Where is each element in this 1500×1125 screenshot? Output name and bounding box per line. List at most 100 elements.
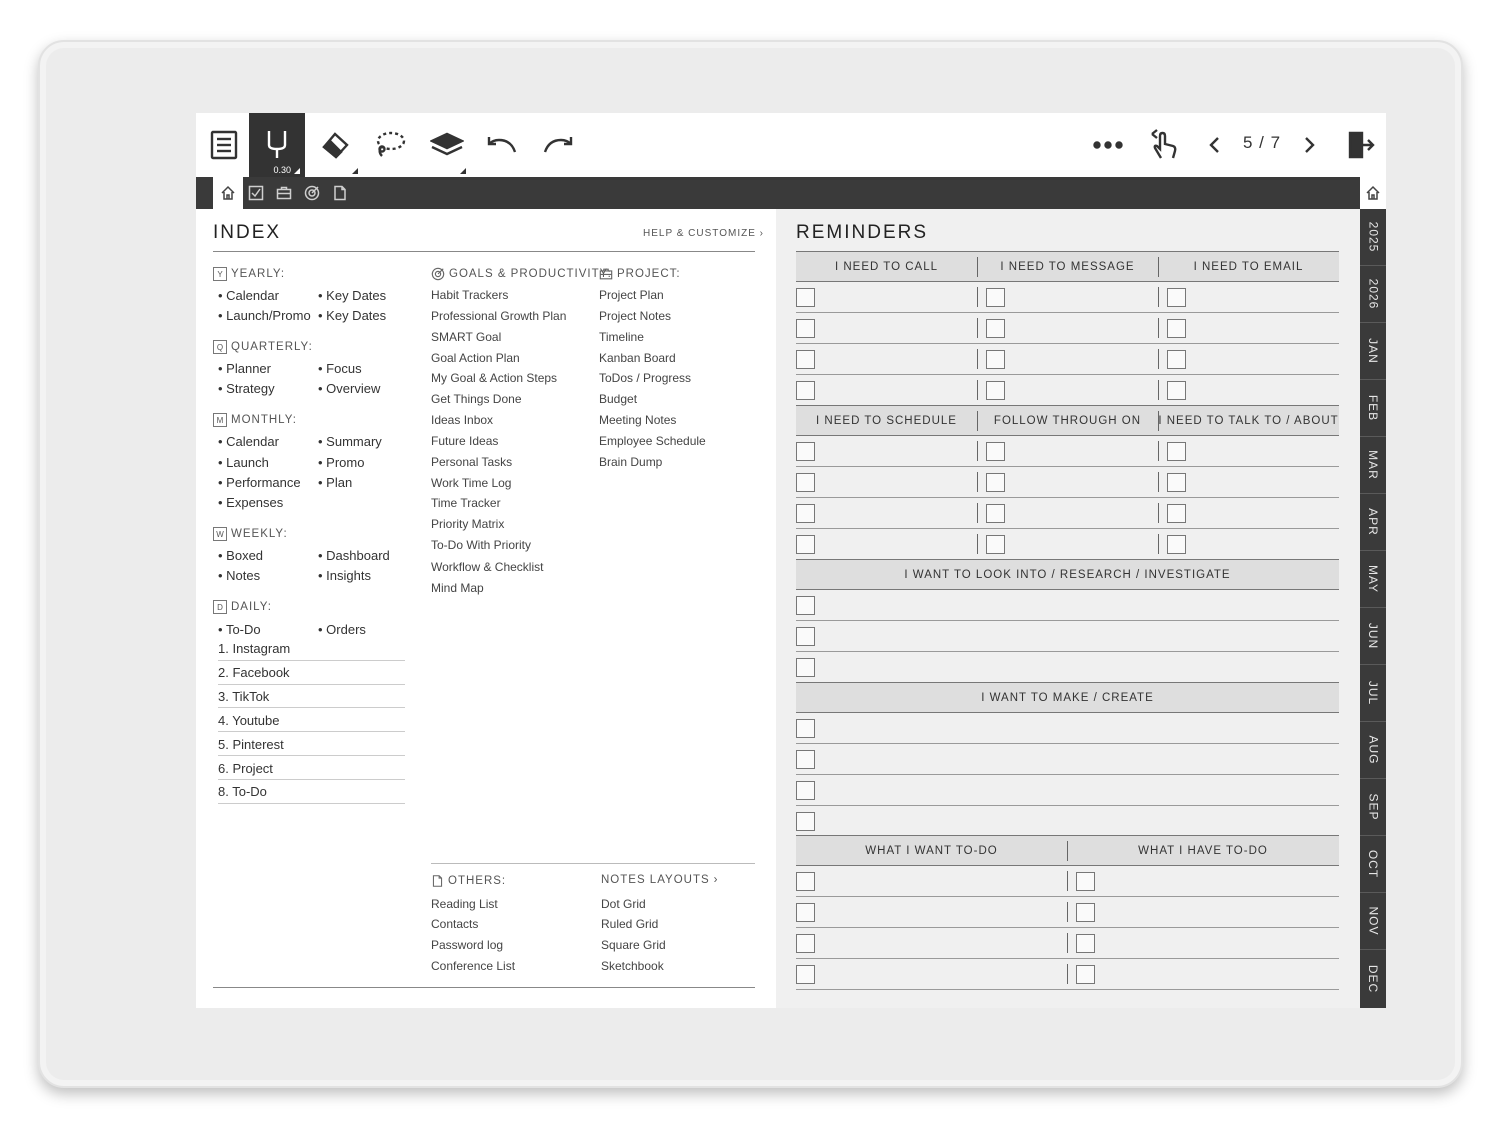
home-right-button[interactable] xyxy=(1360,177,1386,209)
link-goals[interactable]: Mind Map xyxy=(431,581,484,595)
checkbox[interactable] xyxy=(986,535,1005,554)
checkbox[interactable] xyxy=(796,350,815,369)
link-quarterly-focus[interactable]: • Focus xyxy=(318,361,362,376)
link-quarterly-strategy[interactable]: • Strategy xyxy=(218,381,275,396)
link-monthly-plan[interactable]: • Plan xyxy=(318,475,352,490)
link-daily-numbered[interactable]: 8. To-Do xyxy=(218,784,267,799)
link-daily-numbered[interactable]: 4. Youtube xyxy=(218,713,279,728)
link-goals[interactable]: Personal Tasks xyxy=(431,455,512,469)
tab-dec[interactable]: DEC xyxy=(1360,950,1386,1007)
checkbox[interactable] xyxy=(1167,442,1186,461)
tab-2026[interactable]: 2026 xyxy=(1360,266,1386,323)
link-monthly-promo[interactable]: • Promo xyxy=(318,455,364,470)
link-notes-layout[interactable]: Ruled Grid xyxy=(601,917,658,931)
checkbox[interactable] xyxy=(796,903,815,922)
link-project[interactable]: Timeline xyxy=(599,330,644,344)
checkbox[interactable] xyxy=(986,504,1005,523)
checkbox[interactable] xyxy=(796,872,815,891)
link-notes-layout[interactable]: Square Grid xyxy=(601,938,666,952)
checkbox[interactable] xyxy=(796,504,815,523)
checkbox[interactable] xyxy=(986,473,1005,492)
checkbox[interactable] xyxy=(796,719,815,738)
checkbox[interactable] xyxy=(796,658,815,677)
link-daily-numbered[interactable]: 6. Project xyxy=(218,761,273,776)
link-goals[interactable]: Goal Action Plan xyxy=(431,351,520,365)
link-monthly-performance[interactable]: • Performance xyxy=(218,475,301,490)
tab-tasks[interactable] xyxy=(247,184,265,202)
tab-jul[interactable]: JUL xyxy=(1360,665,1386,722)
link-yearly-key-dates-2[interactable]: • Key Dates xyxy=(318,308,386,323)
tab-goals[interactable] xyxy=(303,184,321,202)
link-daily-numbered[interactable]: 2. Facebook xyxy=(218,665,290,680)
link-project[interactable]: Meeting Notes xyxy=(599,413,676,427)
checkbox[interactable] xyxy=(1076,965,1095,984)
tab-oct[interactable]: OCT xyxy=(1360,836,1386,893)
link-goals[interactable]: Work Time Log xyxy=(431,476,511,490)
link-daily-todo[interactable]: • To-Do xyxy=(218,622,261,637)
prev-page-button[interactable] xyxy=(1202,113,1226,177)
link-goals[interactable]: My Goal & Action Steps xyxy=(431,371,557,385)
tab-jun[interactable]: JUN xyxy=(1360,608,1386,665)
tab-home[interactable] xyxy=(213,177,243,209)
checkbox[interactable] xyxy=(1167,381,1186,400)
link-yearly-key-dates[interactable]: • Key Dates xyxy=(318,288,386,303)
link-quarterly-overview[interactable]: • Overview xyxy=(318,381,380,396)
checkbox[interactable] xyxy=(1167,350,1186,369)
link-weekly-insights[interactable]: • Insights xyxy=(318,568,371,583)
checkbox[interactable] xyxy=(796,596,815,615)
checkbox[interactable] xyxy=(796,535,815,554)
link-quarterly-planner[interactable]: • Planner xyxy=(218,361,271,376)
tab-sep[interactable]: SEP xyxy=(1360,779,1386,836)
checkbox[interactable] xyxy=(796,781,815,800)
checkbox[interactable] xyxy=(796,288,815,307)
touch-toggle-button[interactable] xyxy=(1144,113,1184,177)
link-daily-orders[interactable]: • Orders xyxy=(318,622,366,637)
checkbox[interactable] xyxy=(796,812,815,831)
link-goals[interactable]: Ideas Inbox xyxy=(431,413,493,427)
link-monthly-launch[interactable]: • Launch xyxy=(218,455,269,470)
layers-button[interactable] xyxy=(424,113,470,177)
link-daily-numbered[interactable]: 3. TikTok xyxy=(218,689,269,704)
link-yearly-calendar[interactable]: • Calendar xyxy=(218,288,279,303)
link-project[interactable]: Brain Dump xyxy=(599,455,662,469)
link-goals[interactable]: SMART Goal xyxy=(431,330,501,344)
checkbox[interactable] xyxy=(1076,903,1095,922)
checkbox[interactable] xyxy=(1167,473,1186,492)
tab-aug[interactable]: AUG xyxy=(1360,722,1386,779)
link-others[interactable]: Password log xyxy=(431,938,503,952)
link-project[interactable]: Budget xyxy=(599,392,637,406)
redo-button[interactable] xyxy=(536,113,580,177)
checkbox[interactable] xyxy=(986,350,1005,369)
tab-2025[interactable]: 2025 xyxy=(1360,209,1386,266)
link-weekly-boxed[interactable]: • Boxed xyxy=(218,548,263,563)
checkbox[interactable] xyxy=(796,934,815,953)
link-notes-layout[interactable]: Dot Grid xyxy=(601,897,646,911)
link-goals[interactable]: Time Tracker xyxy=(431,496,501,510)
link-others[interactable]: Reading List xyxy=(431,897,498,911)
checkbox[interactable] xyxy=(986,442,1005,461)
next-page-button[interactable] xyxy=(1298,113,1322,177)
tab-project[interactable] xyxy=(275,184,293,202)
tab-may[interactable]: MAY xyxy=(1360,551,1386,608)
checkbox[interactable] xyxy=(796,965,815,984)
link-goals[interactable]: Professional Growth Plan xyxy=(431,309,566,323)
link-others[interactable]: Contacts xyxy=(431,917,478,931)
pen-tool-button[interactable]: 0.30 xyxy=(249,113,305,177)
checkbox[interactable] xyxy=(796,627,815,646)
checkbox[interactable] xyxy=(1076,872,1095,891)
link-monthly-summary[interactable]: • Summary xyxy=(318,434,382,449)
tab-notes[interactable] xyxy=(331,184,349,202)
link-monthly-calendar[interactable]: • Calendar xyxy=(218,434,279,449)
checkbox[interactable] xyxy=(986,381,1005,400)
checkbox[interactable] xyxy=(796,442,815,461)
checkbox[interactable] xyxy=(986,319,1005,338)
checkbox[interactable] xyxy=(796,319,815,338)
link-project[interactable]: Project Notes xyxy=(599,309,671,323)
tab-nov[interactable]: NOV xyxy=(1360,893,1386,950)
tab-feb[interactable]: FEB xyxy=(1360,380,1386,437)
tab-mar[interactable]: MAR xyxy=(1360,437,1386,494)
link-project[interactable]: Project Plan xyxy=(599,288,664,302)
checkbox[interactable] xyxy=(986,288,1005,307)
link-notes-layout[interactable]: Sketchbook xyxy=(601,959,664,973)
link-goals[interactable]: Get Things Done xyxy=(431,392,522,406)
